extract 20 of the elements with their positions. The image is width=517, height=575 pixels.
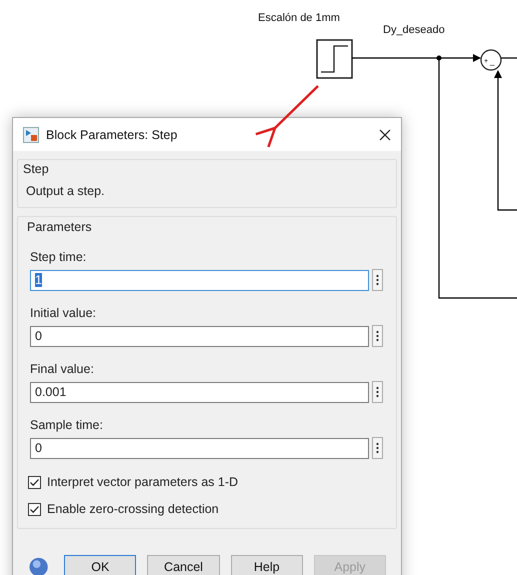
group-title: Parameters [27, 220, 92, 234]
block-label: Escalón de 1mm [258, 12, 340, 24]
field-label: Final value: [30, 362, 95, 376]
field-label: Sample time: [30, 418, 104, 432]
field-label: Step time: [30, 250, 88, 264]
group-title: Step [23, 162, 49, 176]
input-field[interactable]: 1 [30, 270, 369, 290]
dialog-button[interactable]: Help [230, 555, 303, 575]
window-title: Block Parameters: Step [46, 128, 178, 142]
minus-sign: _ [490, 57, 494, 66]
input-field[interactable]: 0.001 [30, 382, 369, 402]
input-field[interactable]: 0 [30, 326, 369, 346]
block-description: Output a step. [26, 184, 106, 198]
checkbox-label: Enable zero-crossing detection [47, 502, 219, 516]
field-label: Initial value: [30, 306, 98, 320]
checkbox-label: Interpret vector parameters as 1-D [47, 475, 238, 489]
input-field[interactable]: 0 [30, 438, 369, 458]
signal-label: Dy_deseado [383, 24, 445, 36]
dialog-button[interactable]: OK [64, 555, 136, 575]
dialog-button[interactable]: Cancel [147, 555, 220, 575]
